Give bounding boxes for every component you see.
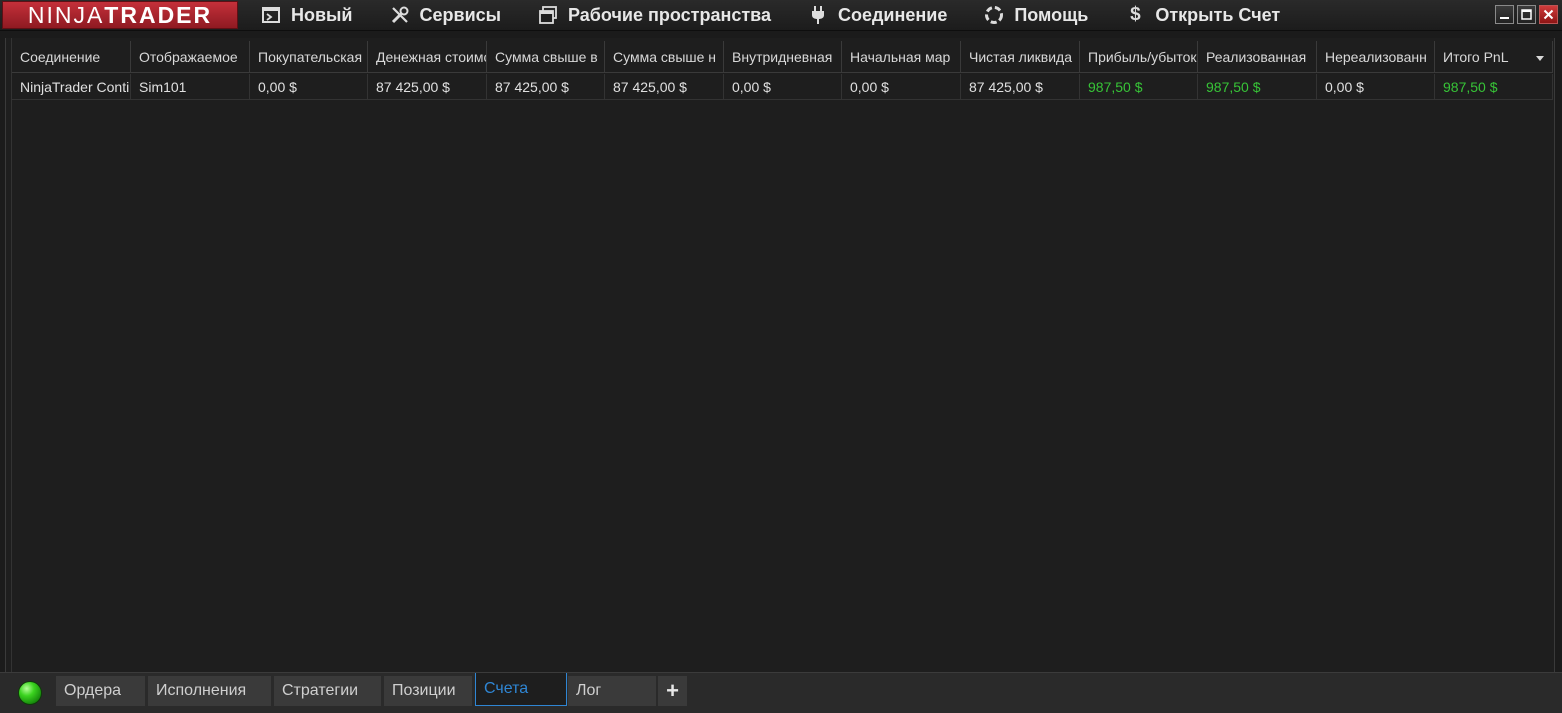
column-header-realized[interactable]: Реализованная xyxy=(1198,41,1317,73)
add-tab-button[interactable]: + xyxy=(658,676,687,706)
maximize-icon xyxy=(1521,9,1532,20)
column-header-total-pnl[interactable]: Итого PnL xyxy=(1435,41,1553,73)
cell-realized: 987,50 $ xyxy=(1198,74,1317,100)
menu-connection-label: Соединение xyxy=(838,4,948,25)
column-header-excess-1[interactable]: Сумма свыше в xyxy=(487,41,605,73)
plug-icon xyxy=(807,4,829,26)
menu-new-label: Новый xyxy=(291,4,353,25)
minimize-button[interactable] xyxy=(1495,5,1514,24)
lifebuoy-icon xyxy=(983,4,1005,26)
tools-icon xyxy=(389,4,411,26)
column-header-profit-loss[interactable]: Прибыль/убыток xyxy=(1080,41,1198,73)
menu-tools[interactable]: Сервисы xyxy=(367,0,516,31)
workspaces-icon xyxy=(537,4,559,26)
tab-executions[interactable]: Исполнения xyxy=(148,676,271,706)
table-row[interactable]: NinjaTrader Continuum Sim101 0,00 $ 87 4… xyxy=(12,74,1553,100)
close-button[interactable] xyxy=(1539,5,1558,24)
tab-orders[interactable]: Ордера xyxy=(56,676,145,706)
menu-open-account-label: Открыть Счет xyxy=(1155,4,1281,25)
window-controls xyxy=(1495,5,1558,24)
column-header-net-liquidation[interactable]: Чистая ликвида xyxy=(961,41,1080,73)
new-window-icon xyxy=(260,4,282,26)
dollar-icon: $ xyxy=(1130,4,1141,25)
cell-profit-loss: 987,50 $ xyxy=(1080,74,1198,100)
menu-new[interactable]: Новый xyxy=(238,0,367,31)
menu-open-account[interactable]: $ Открыть Счет xyxy=(1102,0,1294,31)
tab-accounts[interactable]: Счета xyxy=(475,673,567,706)
menu-help[interactable]: Помощь xyxy=(961,0,1102,31)
column-header-initial-margin[interactable]: Начальная мар xyxy=(842,41,961,73)
minimize-icon xyxy=(1500,17,1509,19)
cell-excess-2: 87 425,00 $ xyxy=(605,74,724,100)
cell-total-pnl: 987,50 $ xyxy=(1435,74,1553,100)
column-header-intraday[interactable]: Внутридневная xyxy=(724,41,842,73)
column-header-cash-value[interactable]: Денежная стоимость xyxy=(368,41,487,73)
cell-initial-margin: 0,00 $ xyxy=(842,74,961,100)
ninjatrader-logo: NINJA TRADER xyxy=(2,1,238,29)
cell-display-name: Sim101 xyxy=(131,74,250,100)
column-header-unrealized[interactable]: Нереализованн xyxy=(1317,41,1435,73)
column-header-connection[interactable]: Соединение xyxy=(12,41,131,73)
cell-cash-value: 87 425,00 $ xyxy=(368,74,487,100)
cell-intraday: 0,00 $ xyxy=(724,74,842,100)
column-header-buying-power[interactable]: Покупательская xyxy=(250,41,368,73)
menu-help-label: Помощь xyxy=(1014,4,1089,25)
accounts-grid: Соединение Отображаемое Покупательская Д… xyxy=(5,38,1555,672)
row-gutter xyxy=(6,38,12,672)
tab-strategies[interactable]: Стратегии xyxy=(274,676,381,706)
maximize-button[interactable] xyxy=(1517,5,1536,24)
cell-net-liquidation: 87 425,00 $ xyxy=(961,74,1080,100)
column-menu-arrow-icon[interactable] xyxy=(1536,56,1544,61)
menu-bar: NINJA TRADER Новый Сервисы Рабочие простр… xyxy=(0,0,1562,31)
connection-status-indicator xyxy=(18,681,42,705)
bottom-tab-bar: Ордера Исполнения Стратегии Позиции Счет… xyxy=(0,672,1562,713)
tab-log[interactable]: Лог xyxy=(568,676,656,706)
cell-excess-1: 87 425,00 $ xyxy=(487,74,605,100)
plus-icon: + xyxy=(666,678,679,703)
menu-workspaces[interactable]: Рабочие пространства xyxy=(515,0,785,31)
grid-header: Соединение Отображаемое Покупательская Д… xyxy=(12,41,1553,73)
cell-connection: NinjaTrader Continuum xyxy=(12,74,131,100)
menu-connection[interactable]: Соединение xyxy=(785,0,961,31)
cell-buying-power: 0,00 $ xyxy=(250,74,368,100)
column-header-total-pnl-label: Итого PnL xyxy=(1443,49,1509,65)
column-header-excess-2[interactable]: Сумма свыше н xyxy=(605,41,724,73)
close-icon xyxy=(1543,9,1554,20)
cell-unrealized: 0,00 $ xyxy=(1317,74,1435,100)
menu-tools-label: Сервисы xyxy=(419,4,502,25)
menu-workspaces-label: Рабочие пространства xyxy=(568,4,771,25)
column-header-display-name[interactable]: Отображаемое xyxy=(131,41,250,73)
tab-positions[interactable]: Позиции xyxy=(384,676,472,706)
